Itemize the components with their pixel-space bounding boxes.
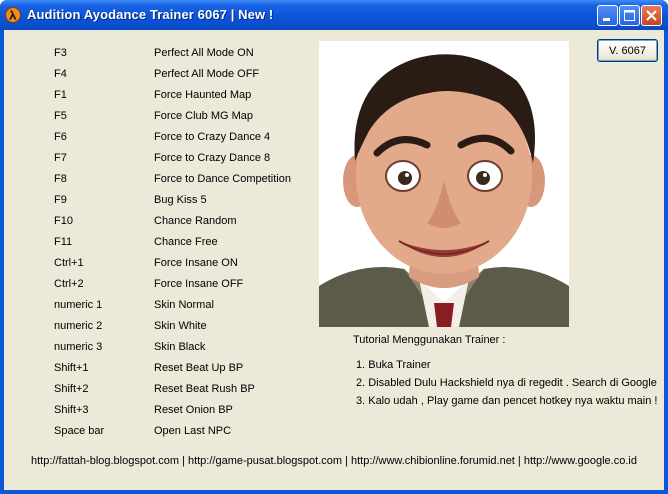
hotkey-action: Skin Black (154, 341, 206, 353)
tutorial-title: Tutorial Menggunakan Trainer : (353, 334, 506, 346)
tutorial-step: 1. Buka Trainer (356, 359, 431, 371)
hotkey-action: Reset Beat Rush BP (154, 383, 255, 395)
hotkey-key: F5 (54, 110, 67, 122)
hotkey-key: F9 (54, 194, 67, 206)
close-button[interactable] (641, 5, 662, 26)
hotkey-key: F6 (54, 131, 67, 143)
footer-links: http://fattah-blog.blogspot.com | http:/… (31, 455, 637, 467)
hotkey-action: Bug Kiss 5 (154, 194, 207, 206)
hotkey-key: Ctrl+2 (54, 278, 84, 290)
tutorial-step: 2. Disabled Dulu Hackshield nya di reged… (356, 377, 657, 389)
hotkey-key: Shift+1 (54, 362, 89, 374)
hotkey-action: Force Club MG Map (154, 110, 254, 122)
hotkey-action: Perfect All Mode OFF (154, 68, 260, 80)
hotkey-key: F11 (54, 236, 73, 248)
hotkey-key: Shift+3 (54, 404, 89, 416)
hotkey-key: F8 (54, 173, 67, 185)
hotkey-key: numeric 1 (54, 299, 103, 311)
hotkey-key: Shift+2 (54, 383, 89, 395)
hotkey-key: F10 (54, 215, 73, 227)
version-button[interactable]: V. 6067 (597, 39, 658, 62)
hotkey-key: numeric 2 (54, 320, 103, 332)
hotkey-action: Open Last NPC (154, 425, 232, 437)
hotkey-action: Force to Crazy Dance 4 (154, 131, 271, 143)
maximize-button[interactable] (619, 5, 640, 26)
hotkey-action: Force to Crazy Dance 8 (154, 152, 271, 164)
half-life-lambda-icon[interactable] (5, 7, 21, 23)
hotkey-action: Chance Random (154, 215, 237, 227)
hotkey-action: Skin Normal (154, 299, 214, 311)
window-title: Audition Ayodance Trainer 6067 | New ! (27, 7, 274, 22)
trainer-window: Audition Ayodance Trainer 6067 | New ! F… (0, 0, 668, 494)
hotkey-key: F3 (54, 47, 67, 59)
mr-bean-photo (319, 41, 569, 327)
hotkey-action: Reset Onion BP (154, 404, 233, 416)
minimize-button[interactable] (597, 5, 618, 26)
tutorial-step: 3. Kalo udah , Play game dan pencet hotk… (356, 395, 658, 407)
hotkey-action: Force Haunted Map (154, 89, 252, 101)
hotkey-action: Skin White (154, 320, 207, 332)
hotkey-key: F1 (54, 89, 67, 101)
hotkey-key: F7 (54, 152, 67, 164)
hotkey-action: Force Insane ON (154, 257, 238, 269)
client-area: F3 Perfect All Mode ON F4 Perfect All Mode … (4, 30, 664, 490)
hotkey-action: Reset Beat Up BP (154, 362, 244, 374)
hotkey-action: Force to Dance Competition (154, 173, 291, 185)
maximize-icon (624, 10, 635, 21)
hotkey-action: Force Insane OFF (154, 278, 244, 290)
title-bar[interactable]: Audition Ayodance Trainer 6067 | New ! (0, 0, 668, 30)
close-icon (646, 10, 657, 21)
minimize-icon (603, 18, 610, 21)
hotkey-key: numeric 3 (54, 341, 103, 353)
hotkey-key: F4 (54, 68, 67, 80)
hotkey-key: Space bar (54, 425, 105, 437)
hotkey-key: Ctrl+1 (54, 257, 84, 269)
hotkey-action: Chance Free (154, 236, 218, 248)
hotkey-action: Perfect All Mode ON (154, 47, 254, 59)
